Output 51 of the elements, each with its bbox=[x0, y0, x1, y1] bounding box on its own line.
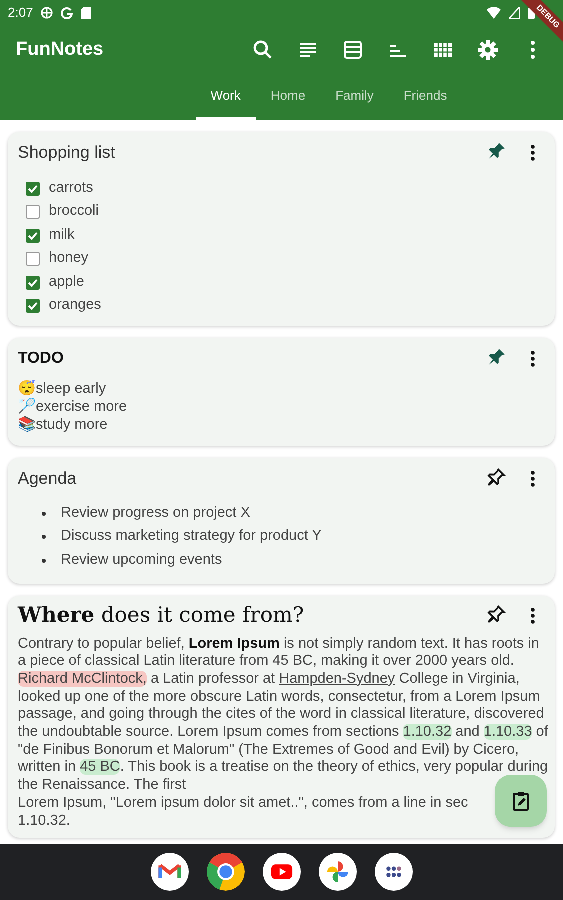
note-card[interactable]: TODO 😴sleep early 🏸exercise more 📚study more bbox=[8, 338, 555, 446]
note-paragraph: Contrary to popular belief, Lorem Ipsum is not simply random text. It has roots in a piece of classical Latin literature from 45 BC, making it over 2000 years old. Richard McClintock, a Latin professor at Hampden-Sydney College in Virginia, looked up one of the more obscure Latin words, consectetur, from a Lorem Ipsum passage, and going through the cites of the word in classical literature, discovered the undoubtable source. Lorem Ipsum comes from sections 1.10.32 and 1.10.33 of "de Finibus Bonorum et Malorum" (The Extremes of Good and Evil) by Cicero, written in 45 BC. This book is a treatise on the theory of ethics, very popular during the Renaissance. The first Lorem Ipsum, "Lorem ipsum dolor sit amet..", comes from a line in sec 1.10.32. bbox=[18, 636, 549, 830]
photos-app-icon[interactable] bbox=[318, 853, 356, 891]
signal-icon bbox=[509, 7, 520, 19]
bullet-item: Review progress on project X bbox=[61, 504, 250, 523]
tab[interactable]: Family bbox=[320, 74, 389, 120]
bullet-icon bbox=[42, 558, 46, 563]
status-time: 2:07 bbox=[8, 4, 34, 22]
note-card[interactable]: Shopping list carrots broccoli milk honey apple oranges bbox=[8, 132, 555, 326]
new-note-button[interactable] bbox=[495, 775, 547, 827]
settings-icon[interactable] bbox=[476, 39, 498, 61]
browser-app-icon[interactable] bbox=[206, 853, 244, 891]
bullet-icon bbox=[42, 512, 46, 516]
wifi-icon bbox=[487, 7, 501, 19]
tab[interactable]: Work bbox=[196, 74, 256, 120]
notification-icon bbox=[61, 7, 74, 19]
checklist-item: apple bbox=[49, 272, 84, 292]
note-card[interactable] bbox=[8, 596, 555, 838]
notification-icon bbox=[41, 7, 54, 19]
checklist-item: honey bbox=[49, 249, 89, 268]
bullet-item: Review upcoming events bbox=[61, 550, 222, 570]
checklist-item: carrots bbox=[49, 178, 94, 198]
tab[interactable]: Home bbox=[256, 74, 321, 120]
video-app-icon[interactable] bbox=[262, 853, 300, 891]
note-title: Where does it come from? bbox=[18, 601, 306, 630]
tab[interactable]: Friends bbox=[388, 74, 462, 120]
clipboard-edit-icon bbox=[510, 790, 532, 812]
note-title: Shopping list bbox=[18, 142, 116, 164]
checklist-item: oranges bbox=[49, 296, 102, 316]
checklist-item: broccoli bbox=[49, 202, 99, 222]
note-card[interactable]: Agenda Review progress on project X Discuss marketing strategy for product Y Review upcoming events bbox=[8, 458, 555, 584]
note-line: 📚study more bbox=[18, 416, 109, 434]
note-line: 😴sleep early bbox=[18, 380, 108, 398]
note-title: Agenda bbox=[18, 468, 78, 490]
checkbox[interactable] bbox=[26, 228, 40, 243]
mail-app-icon[interactable] bbox=[150, 853, 188, 891]
app-drawer-icon[interactable] bbox=[374, 853, 412, 891]
search-icon[interactable] bbox=[252, 39, 274, 61]
checkbox[interactable] bbox=[26, 182, 40, 196]
list-view-icon[interactable] bbox=[342, 39, 364, 61]
checkbox[interactable] bbox=[26, 205, 40, 220]
sd-card-icon bbox=[81, 7, 92, 19]
note-title: TODO bbox=[18, 349, 65, 369]
checkbox[interactable] bbox=[26, 276, 40, 290]
checkbox[interactable] bbox=[26, 252, 40, 266]
bullet-item: Discuss marketing strategy for product Y bbox=[61, 527, 322, 546]
note-line: 🏸exercise more bbox=[18, 398, 128, 416]
app-title: FunNotes bbox=[16, 38, 105, 62]
bullet-icon bbox=[42, 535, 46, 540]
checkbox[interactable] bbox=[26, 299, 40, 314]
checklist-item: milk bbox=[49, 226, 75, 245]
